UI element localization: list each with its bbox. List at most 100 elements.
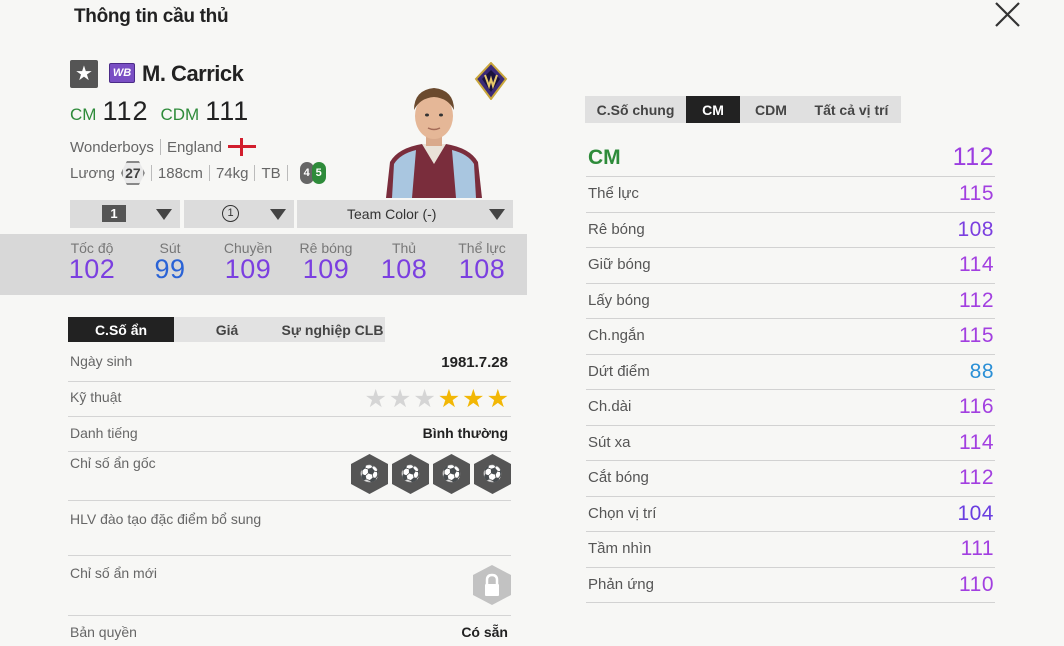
stat-value: 114 bbox=[959, 430, 994, 454]
stat-label: Cắt bóng bbox=[588, 469, 649, 486]
position-ovr: 111 bbox=[205, 96, 250, 126]
license-row: Bản quyền Có sẵn bbox=[68, 616, 511, 646]
birthdate-row: Ngày sinh 1981.7.28 bbox=[68, 346, 511, 382]
stat-shooting: Sút 99 bbox=[132, 240, 208, 285]
divider bbox=[159, 139, 161, 155]
reputation-row: Danh tiếng Bình thường bbox=[68, 417, 511, 452]
height: 188cm bbox=[157, 164, 203, 182]
playmaker-icon[interactable]: ⚽ bbox=[392, 454, 429, 494]
position-label: CM bbox=[70, 105, 97, 124]
stat-value: 110 bbox=[959, 572, 994, 596]
wage-badge: 27 bbox=[120, 161, 145, 185]
coach-traits-row: HLV đào tạo đặc điểm bổ sung bbox=[68, 501, 511, 556]
stat-label: Phản ứng bbox=[588, 575, 654, 593]
stat-label: Dứt điểm bbox=[588, 362, 650, 380]
stat-value: 88 bbox=[969, 359, 994, 383]
stat-pace: Tốc độ 102 bbox=[54, 240, 130, 285]
season-badge: WB bbox=[109, 63, 135, 83]
position-ovr: 112 bbox=[102, 96, 149, 126]
tab-general-stats[interactable]: C.Số chung bbox=[585, 96, 686, 123]
star-empty-icon: ★ bbox=[364, 385, 387, 413]
tab-cdm[interactable]: CDM bbox=[740, 96, 802, 123]
stat-row: Rê bóng 108 bbox=[586, 213, 995, 248]
close-button[interactable] bbox=[992, 0, 1024, 28]
stat-value: 115 bbox=[959, 182, 994, 205]
info-tabs: C.Số ẩn Giá Sự nghiệp CLB bbox=[68, 317, 385, 342]
close-icon[interactable] bbox=[992, 0, 1022, 30]
stat-row: Sút xa 114 bbox=[586, 426, 995, 461]
stat-label: Ch.dài bbox=[588, 398, 632, 415]
stat-passing: Chuyền 109 bbox=[210, 240, 286, 285]
row-label: Chỉ số ẩn mới bbox=[70, 565, 157, 581]
stat-label: Rê bóng bbox=[588, 220, 645, 238]
stat-label: Ch.ngắn bbox=[588, 327, 645, 344]
stat-label: Sút xa bbox=[588, 433, 631, 451]
stat-value: 99 bbox=[154, 254, 186, 284]
chevron-down-icon bbox=[270, 209, 286, 220]
level-value: 1 bbox=[102, 205, 126, 222]
club-name: Wonderboys bbox=[70, 138, 154, 156]
tab-all-positions[interactable]: Tất cả vị trí bbox=[802, 96, 901, 123]
nation-name: England bbox=[166, 138, 222, 156]
divider bbox=[286, 165, 288, 181]
position-stat-tabs: C.Số chung CM CDM Tất cả vị trí bbox=[585, 96, 901, 123]
stat-row: Thể lực 115 bbox=[586, 177, 995, 213]
stat-row: Tầm nhìn 111 bbox=[586, 532, 995, 568]
new-traits-row: Chỉ số ẩn mới bbox=[68, 556, 511, 616]
divider bbox=[254, 165, 256, 181]
position-ovr: 112 bbox=[952, 143, 994, 171]
upgrade-dropdown[interactable]: 1 bbox=[184, 200, 294, 228]
stat-value: 116 bbox=[959, 395, 994, 418]
divider bbox=[208, 165, 210, 181]
stat-value: 111 bbox=[960, 537, 994, 560]
row-label: Kỹ thuật bbox=[70, 389, 122, 405]
long-passer-icon[interactable]: ⚽ bbox=[433, 454, 470, 494]
body-type: TB bbox=[261, 164, 281, 182]
weak-foot-badge: 4 5 bbox=[299, 162, 326, 184]
power-header-icon[interactable]: ⚽ bbox=[474, 454, 511, 494]
stat-value: 108 bbox=[458, 254, 506, 284]
stat-row: Cắt bóng 112 bbox=[586, 461, 995, 497]
row-label: Ngày sinh bbox=[70, 353, 133, 369]
row-label: Danh tiếng bbox=[70, 425, 138, 441]
stat-row: Ch.dài 116 bbox=[586, 390, 995, 426]
favorite-star-icon[interactable]: ★ bbox=[70, 60, 98, 88]
main-stats-band: Tốc độ 102 Sút 99 Chuyền 109 Rê bóng 109… bbox=[0, 234, 527, 295]
divider bbox=[150, 165, 152, 181]
stat-value: 114 bbox=[959, 253, 994, 276]
upgrade-value: 1 bbox=[222, 205, 239, 222]
locked-slot[interactable] bbox=[473, 565, 511, 605]
level-dropdown[interactable]: 1 bbox=[70, 200, 180, 228]
chevron-down-icon bbox=[156, 209, 172, 220]
stat-label: Lấy bóng bbox=[588, 291, 650, 309]
position-label: CM bbox=[588, 146, 621, 169]
stat-value: 109 bbox=[302, 254, 350, 284]
lock-icon bbox=[485, 573, 499, 596]
tab-cm[interactable]: CM bbox=[686, 96, 740, 123]
stat-defending: Thủ 108 bbox=[366, 240, 442, 285]
birthdate-value: 1981.7.28 bbox=[441, 354, 508, 371]
row-label: Bản quyền bbox=[70, 624, 137, 640]
tab-hidden-stats[interactable]: C.Số ẩn bbox=[68, 317, 174, 342]
right-foot-icon: 5 bbox=[311, 162, 326, 184]
position-label: CDM bbox=[160, 105, 200, 124]
long-shot-taker-icon[interactable]: ⚽ bbox=[351, 454, 388, 494]
star-empty-icon: ★ bbox=[388, 385, 412, 413]
stat-row: Chọn vị trí 104 bbox=[586, 497, 995, 532]
wage-label: Lương bbox=[70, 164, 115, 182]
star-filled-icon: ★ bbox=[437, 385, 461, 413]
position-ratings: CM 112 CDM 111 bbox=[70, 96, 255, 126]
team-color-value: Team Color (-) bbox=[347, 206, 437, 222]
stat-label: Chọn vị trí bbox=[588, 504, 657, 522]
row-label: Chỉ số ẩn gốc bbox=[70, 455, 156, 471]
tab-price[interactable]: Giá bbox=[174, 317, 280, 342]
team-color-dropdown[interactable]: Team Color (-) bbox=[297, 200, 513, 228]
star-filled-icon: ★ bbox=[462, 385, 485, 413]
stat-value: 112 bbox=[959, 288, 994, 312]
stat-value: 104 bbox=[957, 501, 994, 525]
player-photo bbox=[386, 88, 482, 198]
stat-value: 102 bbox=[68, 254, 116, 284]
stat-value: 108 bbox=[957, 217, 994, 241]
tab-club-career[interactable]: Sự nghiệp CLB bbox=[280, 317, 385, 342]
star-empty-icon: ★ bbox=[413, 385, 436, 413]
